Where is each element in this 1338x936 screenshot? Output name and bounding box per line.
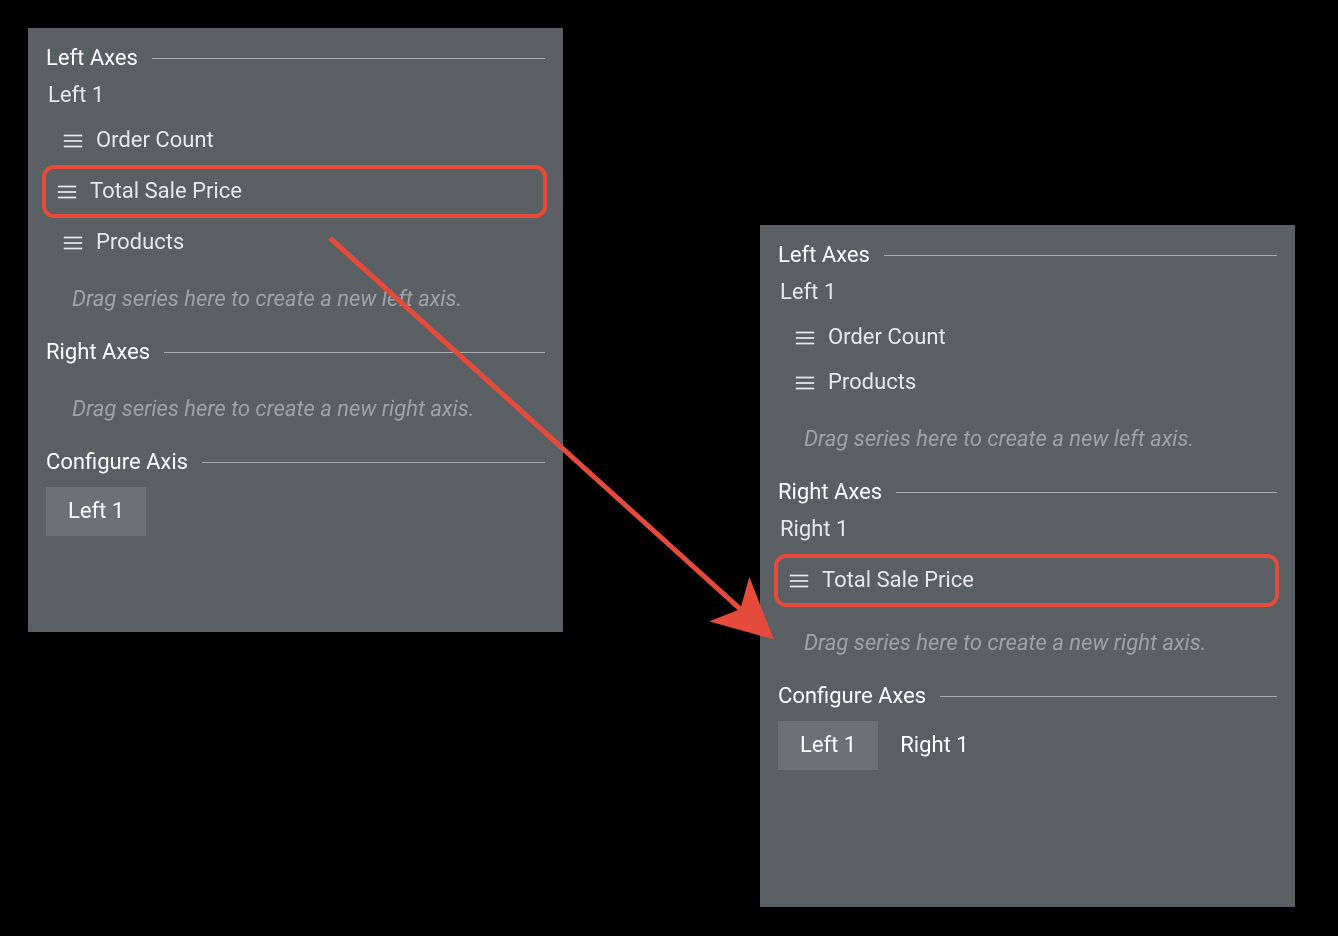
drag-handle-icon [794,374,816,392]
configure-axis-header: Configure Axis [46,450,545,475]
right-axes-title: Right Axes [46,340,164,365]
series-item-order-count[interactable]: Order Count [780,317,1277,358]
series-item-total-sale-price[interactable]: Total Sale Price [774,554,1279,607]
right-axes-drop-target[interactable]: Drag series here to create a new right a… [778,611,1277,680]
divider [152,58,545,59]
left-axes-title: Left Axes [46,46,152,71]
series-item-total-sale-price[interactable]: Total Sale Price [42,165,547,218]
drag-handle-icon [62,132,84,150]
right-axes-header: Right Axes [46,340,545,365]
series-item-products[interactable]: Products [48,222,545,263]
right-axes-header: Right Axes [778,480,1277,505]
series-label: Total Sale Price [90,179,242,204]
series-item-order-count[interactable]: Order Count [48,120,545,161]
tab-left-1[interactable]: Left 1 [778,721,878,770]
configure-axes-tabs: Left 1 Right 1 [778,721,1277,770]
left-axes-title: Left Axes [778,243,884,268]
divider [896,492,1277,493]
axes-config-panel-after: Left Axes Left 1 Order Count Products Dr… [760,225,1295,907]
configure-axes-title: Configure Axes [778,684,940,709]
configure-axes-header: Configure Axes [778,684,1277,709]
left-axes-header: Left Axes [778,243,1277,268]
drag-handle-icon [56,183,78,201]
drag-handle-icon [794,329,816,347]
series-label: Products [828,370,916,395]
left-axes-drop-target[interactable]: Drag series here to create a new left ax… [778,407,1277,476]
left-axes-header: Left Axes [46,46,545,71]
series-label: Products [96,230,184,255]
drag-handle-icon [788,572,810,590]
series-label: Order Count [96,128,214,153]
tab-left-1[interactable]: Left 1 [46,487,146,536]
right-axis-1-label: Right 1 [780,517,1277,542]
tab-right-1[interactable]: Right 1 [878,721,990,770]
configure-axis-tabs: Left 1 [46,487,545,536]
axes-config-panel-before: Left Axes Left 1 Order Count Total Sale … [28,28,563,632]
series-label: Order Count [828,325,946,350]
left-axis-1-label: Left 1 [48,83,545,108]
right-axes-drop-target[interactable]: Drag series here to create a new right a… [46,377,545,446]
divider [202,462,545,463]
configure-axis-title: Configure Axis [46,450,202,475]
divider [164,352,545,353]
divider [884,255,1277,256]
series-label: Total Sale Price [822,568,974,593]
drag-handle-icon [62,234,84,252]
right-axes-title: Right Axes [778,480,896,505]
series-item-products[interactable]: Products [780,362,1277,403]
divider [940,696,1277,697]
left-axis-1-label: Left 1 [780,280,1277,305]
left-axes-drop-target[interactable]: Drag series here to create a new left ax… [46,267,545,336]
